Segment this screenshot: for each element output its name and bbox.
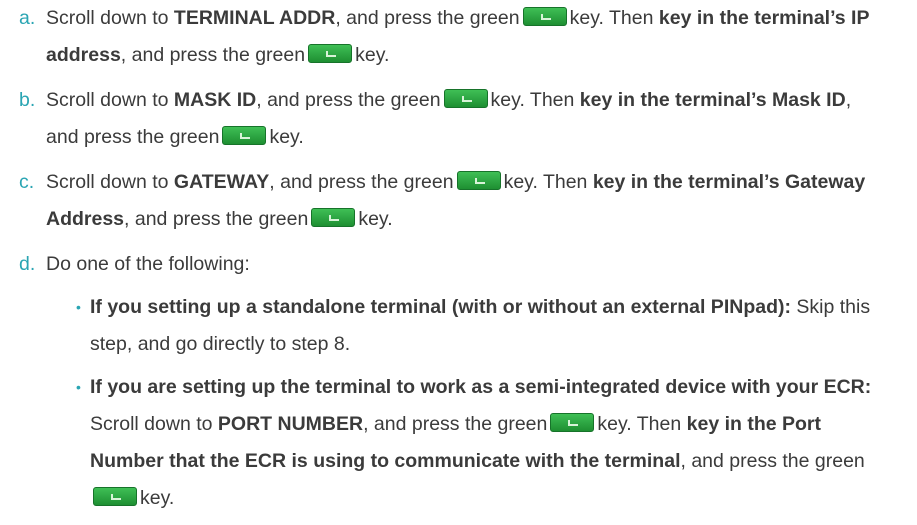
green-enter-key-icon (222, 126, 267, 145)
setting-name: GATEWAY (173, 171, 270, 193)
green-enter-key-icon (522, 7, 567, 26)
step-text: Do one of the following: (46, 253, 250, 275)
setting-name: MASK ID (173, 89, 257, 111)
step-b: b. Scroll down to MASK ID, and press the… (0, 82, 876, 156)
option-semi-integrated: • If you are setting up the terminal to … (46, 369, 890, 517)
step-letter: c. (19, 171, 35, 193)
green-enter-key-icon (93, 487, 137, 506)
step-letter: a. (19, 7, 36, 29)
step-letter: b. (19, 89, 36, 111)
green-enter-key-icon (550, 413, 595, 432)
green-enter-key-icon (456, 171, 501, 190)
step-c: c. Scroll down to GATEWAY, and press the… (0, 164, 876, 238)
step-a: a. Scroll down to TERMINAL ADDR, and pre… (0, 0, 876, 74)
setting-name: TERMINAL ADDR (173, 7, 336, 29)
step-letter: d. (19, 253, 36, 275)
instructions-list: a. Scroll down to TERMINAL ADDR, and pre… (0, 0, 917, 525)
green-enter-key-icon (308, 44, 353, 63)
bullet-icon: • (76, 299, 81, 315)
green-enter-key-icon (311, 208, 356, 227)
setting-name: PORT NUMBER (217, 413, 364, 435)
bullet-icon: • (76, 379, 81, 395)
step-d: d. Do one of the following: • If you set… (0, 246, 876, 517)
green-enter-key-icon (443, 89, 488, 108)
option-standalone: • If you setting up a standalone termina… (46, 289, 890, 363)
